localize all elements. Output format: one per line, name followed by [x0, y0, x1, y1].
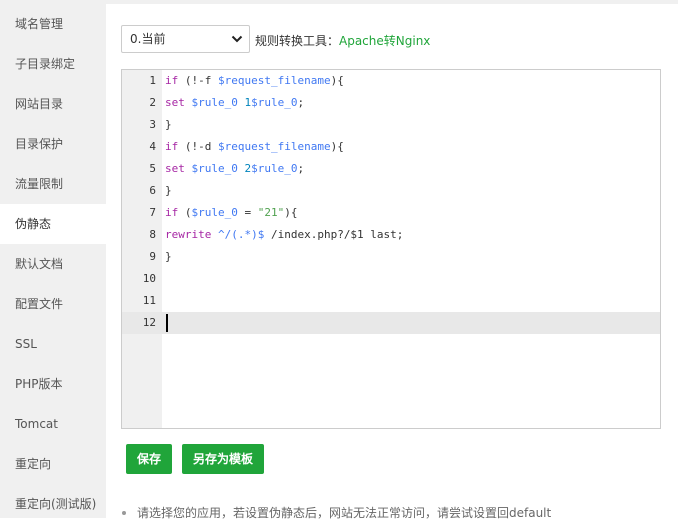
- top-strip: [106, 0, 678, 4]
- code-editor[interactable]: 1 2 3 4 5 6 7 8 9 10 11 12 if (!-f $requ…: [121, 69, 661, 429]
- sidebar-item-rewrite[interactable]: 伪静态: [0, 204, 106, 244]
- tool-label: 规则转换工具：: [255, 34, 340, 48]
- sidebar-item-redirect-beta[interactable]: 重定向(测试版): [0, 484, 106, 524]
- code-line-4[interactable]: if (!-d $request_filename){: [165, 136, 344, 158]
- sidebar-item-redirect[interactable]: 重定向: [0, 444, 106, 484]
- line-number: 3: [149, 118, 156, 131]
- sidebar-item-default-doc[interactable]: 默认文档: [0, 244, 106, 284]
- text-cursor: [166, 314, 168, 332]
- line-number: 11: [142, 294, 156, 307]
- line-number: 8: [149, 228, 156, 241]
- save-button[interactable]: 保存: [126, 444, 172, 474]
- sidebar-item-tomcat[interactable]: Tomcat: [0, 404, 106, 444]
- code-line-5[interactable]: set $rule_0 2$rule_0;: [165, 158, 304, 180]
- save-as-template-button[interactable]: 另存为模板: [182, 444, 264, 474]
- line-number: 7: [149, 206, 156, 219]
- line-number: 4: [149, 140, 156, 153]
- sidebar-item-traffic-limit[interactable]: 流量限制: [0, 164, 106, 204]
- line-number: 5: [149, 162, 156, 175]
- code-line-1[interactable]: if (!-f $request_filename){: [165, 70, 344, 92]
- sidebar-item-subdir-binding[interactable]: 子目录绑定: [0, 44, 106, 84]
- code-line-8[interactable]: rewrite ^/(.*)$ /index.php?/$1 last;: [165, 224, 403, 246]
- template-select[interactable]: 0.当前: [121, 25, 250, 53]
- line-number: 1: [149, 74, 156, 87]
- sidebar-item-php-version[interactable]: PHP版本: [0, 364, 106, 404]
- apache-to-nginx-link[interactable]: Apache转Nginx: [339, 32, 430, 49]
- sidebar-item-dir-protection[interactable]: 目录保护: [0, 124, 106, 164]
- help-note: 请选择您的应用，若设置伪静态后，网站无法正常访问，请尝试设置回default: [122, 504, 551, 521]
- bullet-icon: [122, 510, 126, 515]
- code-line-2[interactable]: set $rule_0 1$rule_0;: [165, 92, 304, 114]
- line-number: 9: [149, 250, 156, 263]
- sidebar-item-domain[interactable]: 域名管理: [0, 4, 106, 44]
- sidebar: 域名管理 子目录绑定 网站目录 目录保护 流量限制 伪静态 默认文档 配置文件 …: [0, 0, 106, 518]
- chevron-down-icon: [231, 35, 243, 43]
- sidebar-item-ssl[interactable]: SSL: [0, 324, 106, 364]
- line-number: 12: [142, 316, 156, 329]
- code-line-6[interactable]: }: [165, 180, 172, 202]
- line-number: 6: [149, 184, 156, 197]
- template-select-value: 0.当前: [130, 32, 166, 46]
- line-number: 2: [149, 96, 156, 109]
- line-number: 10: [142, 272, 156, 285]
- sidebar-item-site-directory[interactable]: 网站目录: [0, 84, 106, 124]
- sidebar-item-config-file[interactable]: 配置文件: [0, 284, 106, 324]
- code-line-9[interactable]: }: [165, 246, 172, 268]
- code-line-3[interactable]: }: [165, 114, 172, 136]
- code-line-7[interactable]: if ($rule_0 = "21"){: [165, 202, 297, 224]
- active-line-highlight: [122, 312, 660, 334]
